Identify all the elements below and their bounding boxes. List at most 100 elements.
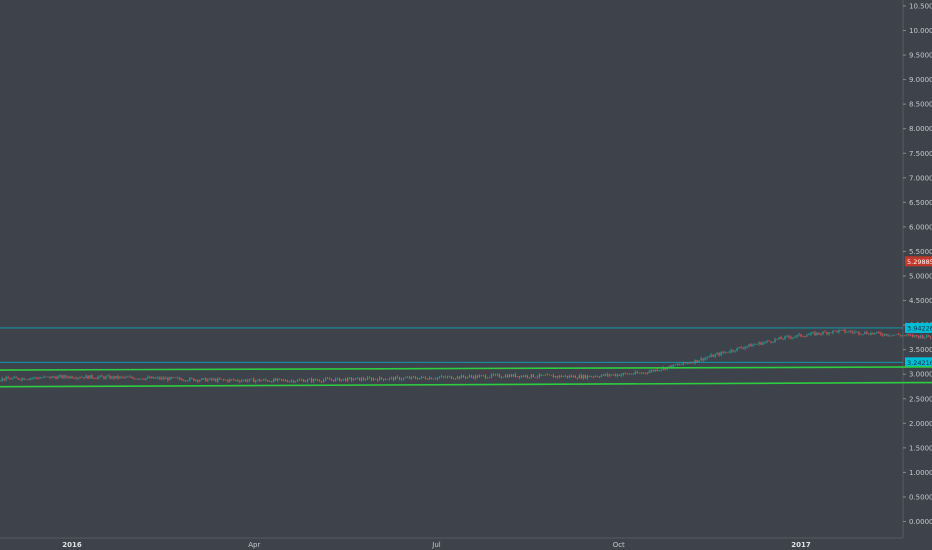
candle-body [688,362,690,364]
candle-body [760,342,762,345]
candle-body [656,369,658,371]
candle-body [618,374,620,376]
chart-area[interactable]: 0.00000 0.50000 1.00000 1.50000 2.00000 2.500… [0,0,932,550]
candle-body [728,352,730,353]
candle-body [734,350,736,352]
candle-body [21,378,23,380]
candle-body [720,352,722,356]
y-tick-label: 9.00000 [909,76,932,84]
candle-body [275,378,277,381]
candle-body [237,379,239,381]
candle-body [412,376,415,378]
candle-body [363,378,365,380]
candle-body [718,353,720,356]
candle-body [772,341,774,343]
candle-body [301,379,303,381]
candle-body [253,378,255,383]
candle-body [632,374,634,375]
candle-body [207,379,209,382]
candle-body [9,378,11,380]
candle-body [99,375,101,377]
candle-body [898,334,900,336]
candle-body [490,374,493,378]
candle-body [744,347,746,349]
candle-body [646,372,648,374]
candle-body [698,360,700,362]
candle-body [506,375,509,378]
candle-body [606,374,608,376]
candle-body [770,341,772,343]
candle-body [390,377,393,379]
candle-body [802,336,804,337]
candle-body [147,377,149,379]
candle-body [830,332,832,334]
candle-body [366,377,369,380]
candle-body [660,369,662,371]
candle-body [592,376,594,378]
candle-body [355,378,357,380]
candle-body [103,376,105,379]
candle-body [245,379,247,382]
candle-body [370,378,373,381]
candle-body [840,329,842,331]
candle-body [798,334,800,336]
candle-body [888,335,890,337]
candle-body [75,378,77,379]
price-chart: 0.00000 0.50000 1.00000 1.50000 2.00000 2.500… [0,0,932,549]
candle-body [872,332,874,334]
candle-body [704,358,706,361]
candle-body [736,347,738,351]
candle-body [376,379,379,381]
candle-body [748,344,750,347]
candle-body [746,346,748,348]
candle-body [327,378,329,379]
x-tick-label: 2016 [62,541,82,549]
candle-body [223,379,225,380]
candle-body [486,377,489,379]
candle-body [570,375,572,377]
candle-body [608,374,610,376]
candle-body [143,379,145,380]
candle-body [392,377,395,380]
candle-body [658,370,660,371]
candle-body [89,375,91,379]
candle-body [422,376,425,378]
candle-body [758,342,760,345]
candle-body [396,376,399,378]
candle-body [470,375,473,377]
candle-body [424,377,427,379]
candle-body [117,375,119,379]
candle-body [590,376,592,378]
candle-body [61,375,63,378]
candle-body [514,374,516,377]
candle-body [904,335,906,336]
candle-body [137,378,139,380]
candle-body [404,377,407,379]
channel-bottom[interactable] [0,381,932,388]
candle-body [680,364,682,366]
candle-body [878,331,880,334]
channel-top[interactable] [0,366,932,371]
candle-body [349,377,351,379]
candle-body [163,377,165,379]
candle-body [742,348,744,349]
candle-body [189,377,191,381]
candle-body [215,379,217,382]
candle-body [800,334,802,337]
candle-body [85,375,87,379]
candle-body [408,377,411,379]
candle-body [345,378,347,382]
candle-body [121,376,123,378]
candle-body [211,378,213,380]
candle-body [5,377,7,381]
candle-body [372,378,375,381]
candle-body [243,379,245,381]
candle-body [125,376,127,378]
candle-body [526,375,528,378]
candle-body [880,333,882,335]
candle-body [900,335,902,336]
candle-body [494,374,497,376]
candle-body [55,377,57,379]
candle-body [684,362,686,364]
candle-body [548,374,550,376]
